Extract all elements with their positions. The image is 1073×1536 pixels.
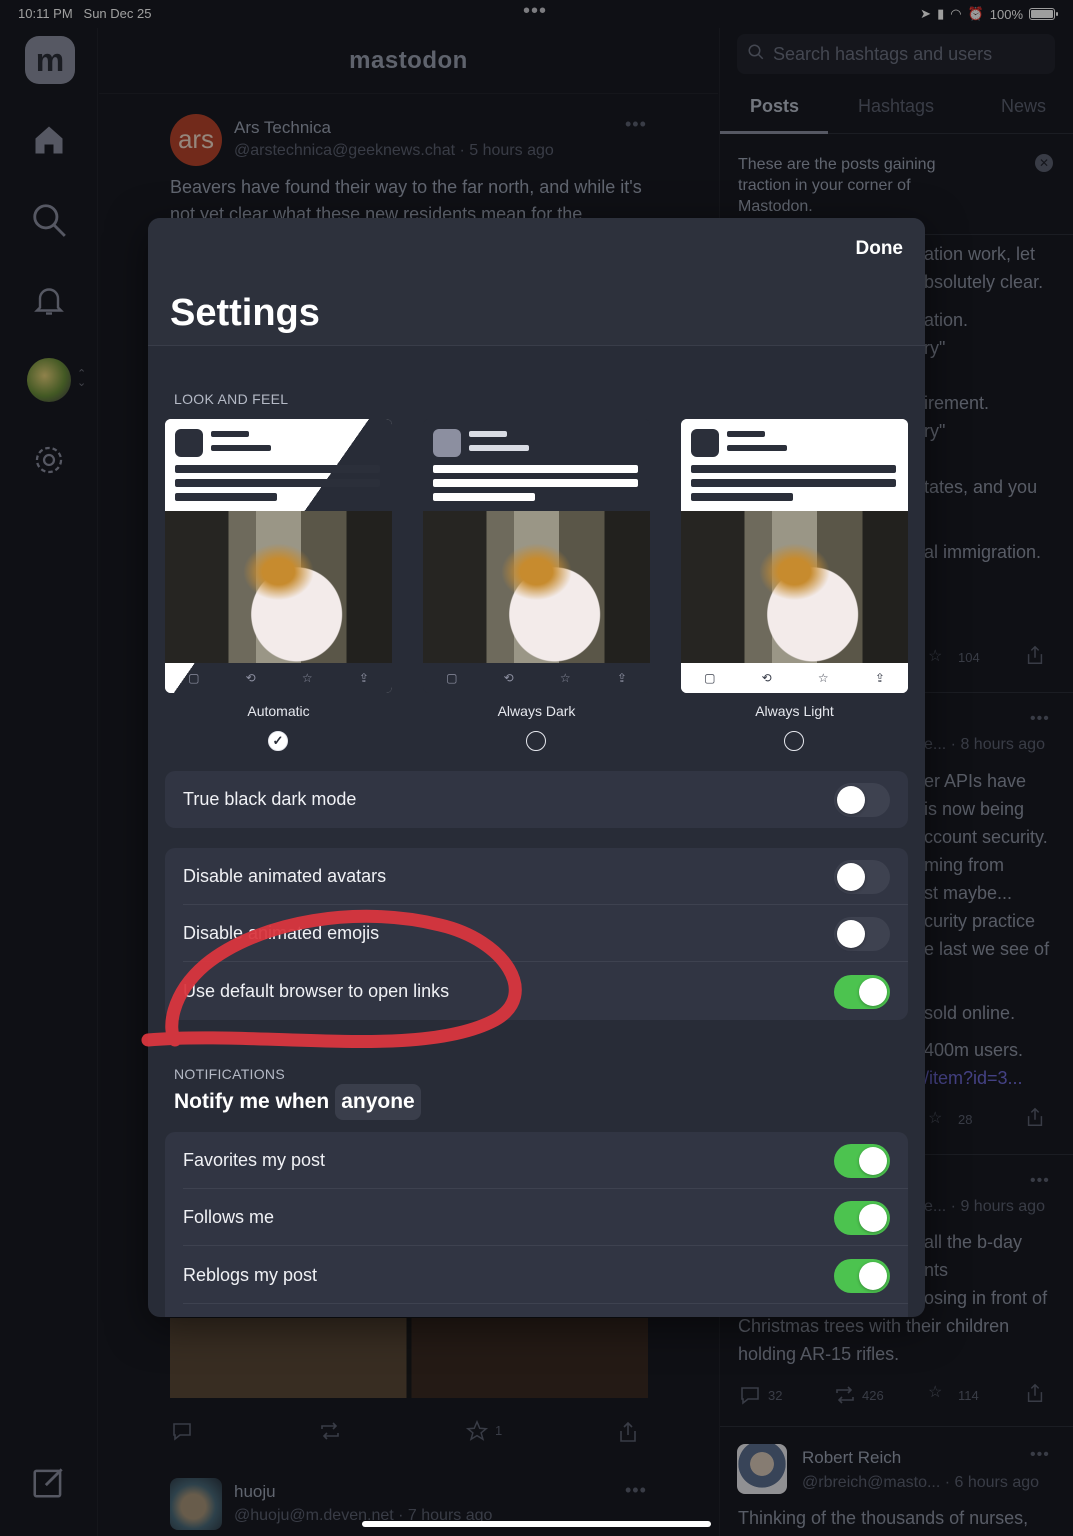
theme-preview-photo — [423, 511, 650, 663]
setting-row-default-browser[interactable]: Use default browser to open links — [165, 963, 908, 1020]
setting-label: Follows me — [183, 1207, 275, 1227]
home-indicator[interactable] — [362, 1521, 711, 1527]
animated-avatars-toggle[interactable] — [834, 860, 890, 894]
theme-radio-automatic[interactable]: ✓ — [268, 731, 288, 751]
settings-header: Done Settings — [148, 218, 925, 346]
theme-preview-photo — [165, 511, 392, 663]
done-button[interactable]: Done — [856, 238, 904, 260]
settings-group-behavior: Disable animated avatars Disable animate… — [165, 848, 908, 1020]
animated-emojis-toggle[interactable] — [834, 917, 890, 951]
theme-preview-actions: ▢ ⟲ ☆ ⇪ — [165, 663, 392, 693]
notify-when: Notify me when anyone — [174, 1084, 421, 1120]
section-header-notifications: NOTIFICATIONS — [174, 1066, 285, 1082]
theme-option-automatic[interactable]: ▢ ⟲ ☆ ⇪ — [165, 419, 392, 693]
theme-radio-always-dark[interactable] — [526, 731, 546, 751]
theme-option-always-light[interactable]: ▢ ⟲ ☆ ⇪ — [681, 419, 908, 693]
theme-label-automatic: Automatic — [247, 703, 310, 719]
setting-label: Disable animated avatars — [183, 866, 387, 886]
settings-group-dark-mode: True black dark mode — [165, 771, 908, 828]
setting-label: Favorites my post — [183, 1150, 326, 1170]
settings-group-notifications: Favorites my post Follows me Reblogs my … — [165, 1132, 908, 1317]
theme-option-always-dark[interactable]: ▢ ⟲ ☆ ⇪ — [423, 419, 650, 693]
setting-label: True black dark mode — [183, 789, 357, 809]
setting-row-animated-emojis[interactable]: Disable animated emojis — [165, 905, 908, 962]
theme-preview-actions: ▢ ⟲ ☆ ⇪ — [681, 663, 908, 693]
theme-label-always-light: Always Light — [755, 703, 834, 719]
true-black-toggle[interactable] — [834, 783, 890, 817]
theme-preview-photo — [681, 511, 908, 663]
theme-preview-header — [423, 419, 650, 511]
theme-preview-header — [681, 419, 908, 511]
page-title: Settings — [170, 292, 320, 334]
theme-radio-always-light[interactable] — [784, 731, 804, 751]
favorites-toggle[interactable] — [834, 1144, 890, 1178]
setting-row-follows[interactable]: Follows me — [165, 1189, 908, 1246]
default-browser-toggle[interactable] — [834, 975, 890, 1009]
setting-label: Use default browser to open links — [183, 981, 450, 1001]
setting-row-favorites[interactable]: Favorites my post — [165, 1132, 908, 1189]
section-header-look-and-feel: LOOK AND FEEL — [174, 391, 289, 407]
theme-label-always-dark: Always Dark — [497, 703, 576, 719]
theme-preview-header — [165, 419, 392, 511]
reblogs-toggle[interactable] — [834, 1259, 890, 1293]
setting-row-animated-avatars[interactable]: Disable animated avatars — [165, 848, 908, 905]
settings-sheet: Done Settings LOOK AND FEEL ▢ ⟲ ☆ ⇪ Automat… — [148, 218, 925, 1317]
notify-audience-picker[interactable]: anyone — [335, 1084, 421, 1120]
follows-toggle[interactable] — [834, 1201, 890, 1235]
setting-label: Disable animated emojis — [183, 923, 380, 943]
setting-row-true-black[interactable]: True black dark mode — [165, 771, 908, 828]
theme-preview-actions: ▢ ⟲ ☆ ⇪ — [423, 663, 650, 693]
setting-row-reblogs[interactable]: Reblogs my post — [165, 1247, 908, 1304]
setting-label: Reblogs my post — [183, 1265, 318, 1285]
notify-prefix: Notify me when — [174, 1090, 330, 1113]
